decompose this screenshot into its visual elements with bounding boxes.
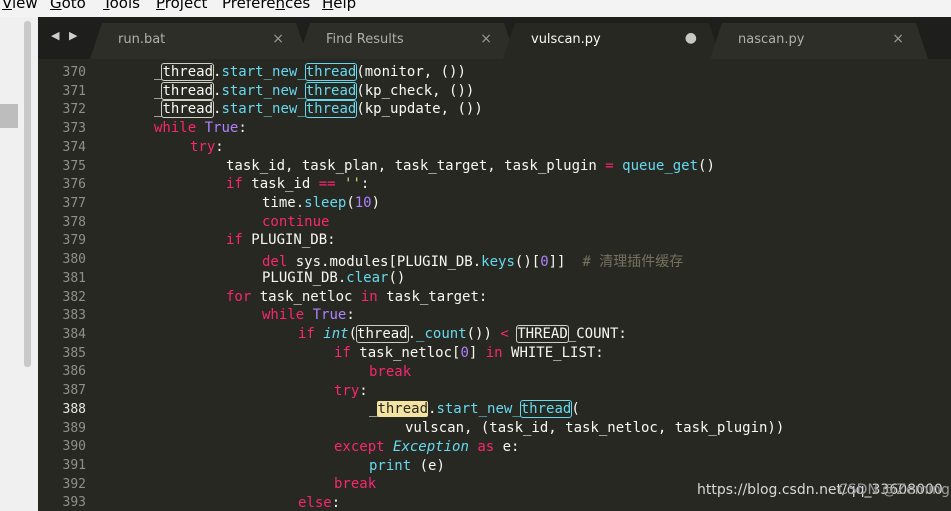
close-icon[interactable]: × <box>480 31 492 47</box>
line-number: 375 <box>62 159 86 174</box>
line-number: 372 <box>62 102 86 117</box>
code-line-386[interactable]: break <box>369 364 411 380</box>
code-line-378[interactable]: continue <box>262 214 329 230</box>
code-line-375[interactable]: task_id, task_plan, task_target, task_pl… <box>226 158 715 174</box>
line-number: 379 <box>62 233 86 248</box>
code-line-392[interactable]: break <box>334 476 376 492</box>
line-number: 391 <box>62 458 86 473</box>
line-number: 374 <box>62 140 86 155</box>
sidebar-selected-item[interactable] <box>0 104 18 128</box>
tab-nav-arrows-icon[interactable]: ◀ ▶ <box>51 29 80 42</box>
line-number: 393 <box>62 495 86 510</box>
code-line-388[interactable]: _thread.start_new_thread( <box>369 400 580 418</box>
code-line-373[interactable]: while True: <box>154 120 247 136</box>
tab-nascan-py[interactable]: nascan.py × <box>710 23 928 59</box>
code-line-381[interactable]: PLUGIN_DB.clear() <box>262 270 405 286</box>
code-line-391[interactable]: print (e) <box>369 458 445 474</box>
line-number-current: 388 <box>62 402 86 417</box>
line-number: 380 <box>62 252 86 267</box>
tab-run-bat[interactable]: run.bat × <box>90 23 308 59</box>
tab-bar: ◀ ▶ run.bat × Find Results × vulscan.py … <box>38 17 951 59</box>
line-number: 381 <box>62 271 86 286</box>
line-gutter: 370 371 372 373 374 375 376 377 378 379 … <box>38 59 112 511</box>
line-number: 383 <box>62 308 86 323</box>
close-icon[interactable]: × <box>892 31 904 47</box>
left-panel <box>0 17 38 511</box>
line-number: 370 <box>62 65 86 80</box>
tab-find-results[interactable]: Find Results × <box>298 23 516 59</box>
line-number: 382 <box>62 290 86 305</box>
line-number: 392 <box>62 477 86 492</box>
code-line-376[interactable]: if task_id == '': <box>226 176 369 192</box>
line-number: 386 <box>62 364 86 379</box>
code-line-385[interactable]: if task_netloc[0] in WHITE_LIST: <box>334 345 604 361</box>
code-line-371[interactable]: _thread.start_new_thread(kp_check, ()) <box>154 82 474 100</box>
line-number: 376 <box>62 177 86 192</box>
close-icon[interactable]: × <box>272 31 284 47</box>
code-line-387[interactable]: try: <box>334 383 368 399</box>
line-number: 390 <box>62 439 86 454</box>
code-line-379[interactable]: if PLUGIN_DB: <box>226 232 336 248</box>
line-number: 373 <box>62 121 86 136</box>
unsaved-dot-icon[interactable]: ● <box>685 30 697 46</box>
line-number: 384 <box>62 327 86 342</box>
code-line-390[interactable]: except Exception as e: <box>334 439 519 455</box>
line-number: 387 <box>62 383 86 398</box>
menu-project[interactable]: Project <box>156 0 207 12</box>
code-line-377[interactable]: time.sleep(10) <box>262 195 380 211</box>
code-line-380[interactable]: del sys.modules[PLUGIN_DB.keys()[0]] # 清… <box>262 251 683 271</box>
line-number: 371 <box>62 84 86 99</box>
code-line-389[interactable]: vulscan, (task_id, task_netloc, task_plu… <box>405 420 784 436</box>
watermark-overlap: CSDN @Zemingblue <box>838 482 951 498</box>
code-line-383[interactable]: while True: <box>262 307 355 323</box>
menu-view[interactable]: View <box>2 0 38 12</box>
code-line-372[interactable]: _thread.start_new_thread(kp_update, ()) <box>154 100 483 118</box>
menu-goto[interactable]: Goto <box>50 0 86 12</box>
line-number: 378 <box>62 215 86 230</box>
code-line-384[interactable]: if int(thread._count()) < THREAD_COUNT: <box>298 325 627 343</box>
menu-preferences[interactable]: Preferences <box>222 0 310 12</box>
menu-help[interactable]: Help <box>322 0 356 12</box>
code-line-374[interactable]: try: <box>190 139 224 155</box>
menu-bar: View Goto Tools Project Preferences Help <box>0 0 951 17</box>
line-number: 377 <box>62 196 86 211</box>
code-line-370[interactable]: _thread.start_new_thread(monitor, ()) <box>154 63 466 81</box>
line-number: 385 <box>62 346 86 361</box>
menu-tools[interactable]: Tools <box>103 0 140 12</box>
code-line-382[interactable]: for task_netloc in task_target: <box>226 289 487 305</box>
sidebar-scrollbar-thumb[interactable] <box>24 21 31 367</box>
line-number: 389 <box>62 421 86 436</box>
tab-vulscan-py[interactable]: vulscan.py ● <box>503 23 721 59</box>
code-line-393[interactable]: else: <box>298 495 340 511</box>
